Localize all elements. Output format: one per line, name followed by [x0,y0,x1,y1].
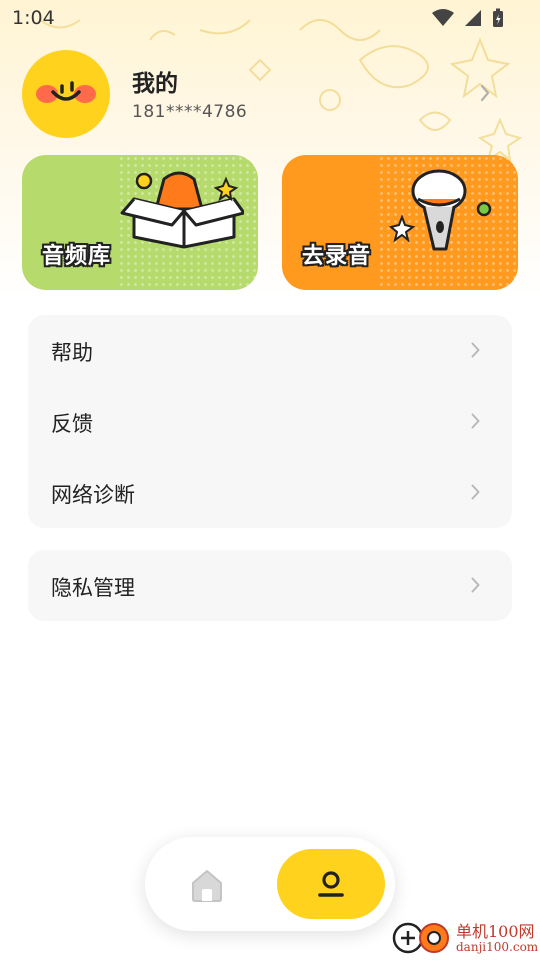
gift-box-icon [114,169,246,253]
menu-item-privacy[interactable]: 隐私管理 [28,550,512,621]
menu-item-label: 帮助 [51,341,93,365]
menu-item-label: 网络诊断 [51,483,135,507]
menu-item-help[interactable]: 帮助 [28,315,512,386]
status-bar: 1:04 [0,0,540,36]
menu-item-label: 反馈 [51,412,93,436]
record-card[interactable]: 去录音 [282,155,518,290]
profile-header[interactable]: 我的 181****4786 [22,50,518,138]
menu-item-network-diagnosis[interactable]: 网络诊断 [28,457,512,528]
profile-phone: 181****4786 [132,102,248,122]
tab-profile[interactable] [277,849,385,919]
chevron-right-icon [471,413,480,433]
battery-icon [492,8,504,32]
profile-name: 我的 [132,71,178,97]
tab-home[interactable] [185,865,229,905]
avatar [22,50,110,138]
signal-icon [464,9,482,31]
microphone-icon [384,169,504,263]
menu-group-support: 帮助 反馈 网络诊断 [28,315,512,528]
bottom-tab-bar [145,837,395,931]
record-label: 去录音 [302,244,372,269]
home-icon [185,870,229,909]
watermark-title: 单机100网 [456,922,535,941]
audio-library-label: 音频库 [42,244,112,269]
status-time: 1:04 [12,7,55,29]
menu-item-label: 隐私管理 [51,576,135,600]
watermark-url: danji100.com [456,940,539,954]
chevron-right-icon [471,577,480,597]
chevron-right-icon [471,484,480,504]
chevron-right-icon [480,84,490,106]
status-icons [432,8,504,32]
watermark: 单机100网 danji100.com [390,915,540,960]
chevron-right-icon [471,342,480,362]
menu-item-feedback[interactable]: 反馈 [28,386,512,457]
watermark-logo-icon [390,917,454,963]
audio-library-card[interactable]: 音频库 [22,155,258,290]
menu-group-privacy: 隐私管理 [28,550,512,621]
wifi-icon [432,9,454,31]
